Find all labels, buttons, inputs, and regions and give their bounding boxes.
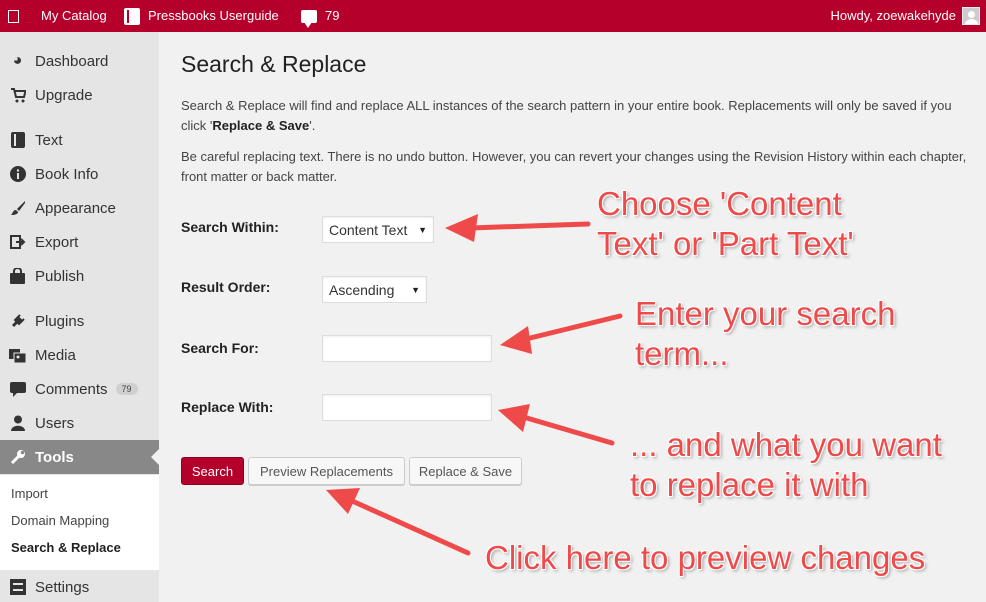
sidebar-item-label: Comments: [35, 380, 108, 398]
bag-icon: [0, 268, 35, 284]
result-order-label: Result Order:: [181, 279, 271, 295]
arrow-to-preview-button: [347, 497, 471, 556]
arrowhead-2: [500, 326, 532, 354]
annotation-line: Choose 'Content: [597, 185, 842, 222]
annotation-replace: ... and what you want to replace it with: [630, 425, 942, 505]
arrow-to-search-within: [467, 221, 591, 231]
submenu-item-import[interactable]: Import: [11, 486, 48, 501]
arrowhead-3: [498, 404, 530, 432]
brush-icon: [0, 200, 35, 216]
preview-replacements-button[interactable]: Preview Replacements: [248, 457, 405, 485]
annotation-line: ... and what you want: [630, 426, 942, 463]
sidebar-item-publish[interactable]: Publish: [0, 259, 159, 293]
comment-count: 79: [325, 8, 340, 23]
book-title-link[interactable]: Pressbooks Userguide: [124, 0, 279, 32]
sidebar-item-label: Plugins: [35, 312, 85, 330]
annotation-line: to replace it with: [630, 466, 869, 503]
sidebar-item-media[interactable]: Media: [0, 338, 159, 372]
howdy-label: Howdy, zoewakehyde: [830, 8, 957, 23]
search-within-value: Content Text: [329, 221, 408, 238]
my-catalog-link[interactable]: My Catalog: [41, 0, 107, 32]
description-paragraph-2: Be careful replacing text. There is no u…: [181, 149, 967, 184]
description-text-end: '.: [309, 118, 316, 133]
sidebar-item-appearance[interactable]: Appearance: [0, 191, 159, 225]
page-title: Search & Replace: [181, 51, 367, 77]
description-paragraph-1: Search & Replace will find and replace A…: [181, 96, 971, 136]
annotation-line: term...: [635, 335, 729, 372]
sidebar-item-label: Appearance: [35, 199, 116, 217]
book-icon: [124, 7, 140, 25]
admin-bar: My Catalog Pressbooks Userguide 79 Howdy…: [0, 0, 986, 32]
sidebar-item-label: Dashboard: [35, 52, 109, 70]
tools-submenu: Import Domain Mapping Search & Replace: [0, 475, 159, 570]
account-menu[interactable]: Howdy, zoewakehyde: [830, 0, 980, 32]
sidebar-item-tools[interactable]: Tools: [0, 440, 159, 474]
sidebar-item-plugins[interactable]: Plugins: [0, 304, 159, 338]
sidebar-item-label: Media: [35, 346, 76, 364]
arrowhead-1: [445, 214, 478, 242]
user-icon: [0, 415, 35, 431]
arrow-to-search-for: [519, 313, 623, 343]
dashboard-icon: ◕: [12, 52, 23, 69]
comments-link[interactable]: 79: [301, 0, 339, 32]
info-icon: [0, 166, 35, 182]
replace-save-button[interactable]: Replace & Save: [409, 457, 522, 485]
sidebar-item-label: Text: [35, 131, 63, 149]
sidebar-item-label: Tools: [35, 448, 74, 466]
sidebar-item-label: Publish: [35, 267, 85, 285]
search-button[interactable]: Search: [181, 457, 244, 485]
sidebar-item-label: Export: [35, 233, 79, 251]
sidebar-item-dashboard[interactable]: ◕ Dashboard: [0, 44, 159, 78]
comments-count-badge: 79: [115, 383, 138, 395]
sidebar-item-text[interactable]: Text: [0, 123, 159, 157]
settings-icon: [0, 579, 35, 595]
book-title-label: Pressbooks Userguide: [148, 8, 279, 23]
comment-icon: [0, 381, 35, 397]
description-emphasis: Replace & Save: [212, 118, 310, 133]
chevron-down-icon: ▼: [411, 284, 420, 295]
arrowhead-4: [326, 488, 360, 514]
annotation-preview: Click here to preview changes: [485, 539, 926, 576]
avatar: [962, 7, 980, 25]
my-catalog-label: My Catalog: [41, 8, 107, 23]
media-icon: [0, 347, 35, 363]
search-within-label: Search Within:: [181, 219, 279, 235]
sidebar-item-label: Users: [35, 414, 75, 432]
wrench-icon: [0, 449, 35, 465]
admin-sidebar: ◕ Dashboard Upgrade Text Book Info Appea…: [0, 32, 159, 602]
chevron-down-icon: ▼: [418, 224, 427, 235]
sidebar-item-settings[interactable]: Settings: [0, 570, 159, 602]
submenu-item-search-replace[interactable]: Search & Replace: [11, 540, 121, 555]
search-for-input[interactable]: [322, 335, 492, 362]
submenu-item-domain-mapping[interactable]: Domain Mapping: [11, 513, 109, 528]
annotation-choose: Choose 'Content Text' or 'Part Text': [597, 184, 854, 264]
sidebar-item-label: Upgrade: [35, 86, 93, 104]
sidebar-item-book-info[interactable]: Book Info: [0, 157, 159, 191]
sidebar-item-users[interactable]: Users: [0, 406, 159, 440]
book-icon: [0, 132, 35, 148]
sidebar-item-upgrade[interactable]: Upgrade: [0, 78, 159, 112]
replace-with-input[interactable]: [322, 394, 492, 421]
search-within-select[interactable]: Content Text ▼: [322, 216, 434, 243]
sidebar-item-label: Book Info: [35, 165, 99, 183]
wp-logo-icon[interactable]: [8, 0, 19, 32]
arrow-to-replace-with: [517, 413, 615, 446]
plug-icon: [0, 313, 35, 329]
export-icon: [0, 235, 35, 249]
sidebar-item-comments[interactable]: Comments 79: [0, 372, 159, 406]
sidebar-item-label: Settings: [35, 578, 90, 596]
comment-bubble-icon: [301, 9, 317, 28]
sidebar-item-export[interactable]: Export: [0, 225, 159, 259]
annotation-line: Enter your search: [635, 295, 896, 332]
cart-icon: [0, 87, 35, 103]
replace-with-label: Replace With:: [181, 399, 274, 415]
result-order-value: Ascending: [329, 281, 395, 298]
annotation-line: Text' or 'Part Text': [597, 225, 854, 262]
result-order-select[interactable]: Ascending ▼: [322, 276, 427, 303]
search-for-label: Search For:: [181, 340, 259, 356]
annotation-enter: Enter your search term...: [635, 294, 895, 374]
